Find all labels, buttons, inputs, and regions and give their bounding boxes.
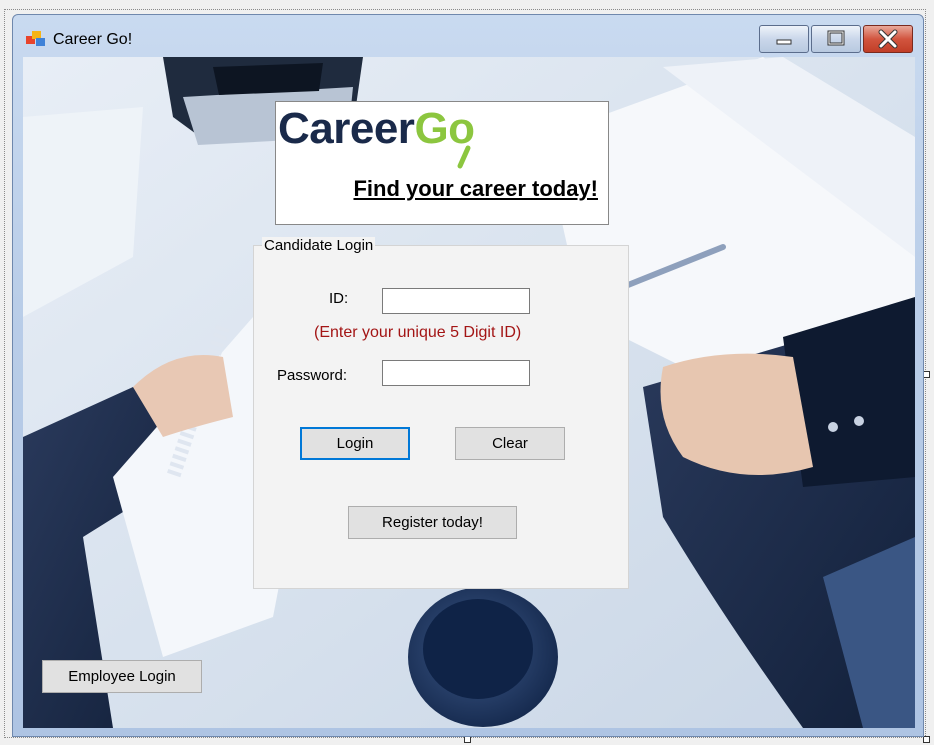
main-window: Career Go! CareerGo Find your career tod… (12, 14, 924, 737)
resize-grip-right[interactable] (923, 371, 930, 378)
careergo-logo: CareerGo (278, 104, 475, 153)
resize-grip-corner[interactable] (923, 736, 930, 743)
minimize-button[interactable] (759, 25, 809, 53)
tagline: Find your career today! (353, 176, 598, 201)
clear-button[interactable]: Clear (455, 427, 565, 460)
close-button[interactable] (863, 25, 913, 53)
minimize-icon (776, 39, 792, 45)
form-client-area: CareerGo Find your career today! Candida… (23, 57, 915, 728)
windows-forms-app-icon (26, 31, 45, 46)
resize-grip-bottom[interactable] (464, 736, 471, 743)
magnifier-icon (457, 145, 471, 169)
login-button[interactable]: Login (300, 427, 410, 460)
id-input[interactable] (382, 288, 530, 314)
window-title: Career Go! (53, 31, 133, 48)
maximize-icon (827, 30, 845, 46)
group-title: Candidate Login (262, 237, 376, 254)
candidate-login-group: Candidate Login ID: (Enter your unique 5… (253, 237, 629, 589)
close-icon (878, 29, 898, 49)
title-bar[interactable]: Career Go! (13, 15, 923, 57)
employee-login-button[interactable]: Employee Login (42, 660, 202, 693)
id-hint: (Enter your unique 5 Digit ID) (314, 324, 522, 341)
careergo-logo-panel: CareerGo Find your career today! (275, 101, 609, 225)
maximize-button[interactable] (811, 25, 861, 53)
password-label: Password: (277, 367, 348, 384)
register-button[interactable]: Register today! (348, 506, 517, 539)
id-label: ID: (329, 290, 349, 307)
password-input[interactable] (382, 360, 530, 386)
